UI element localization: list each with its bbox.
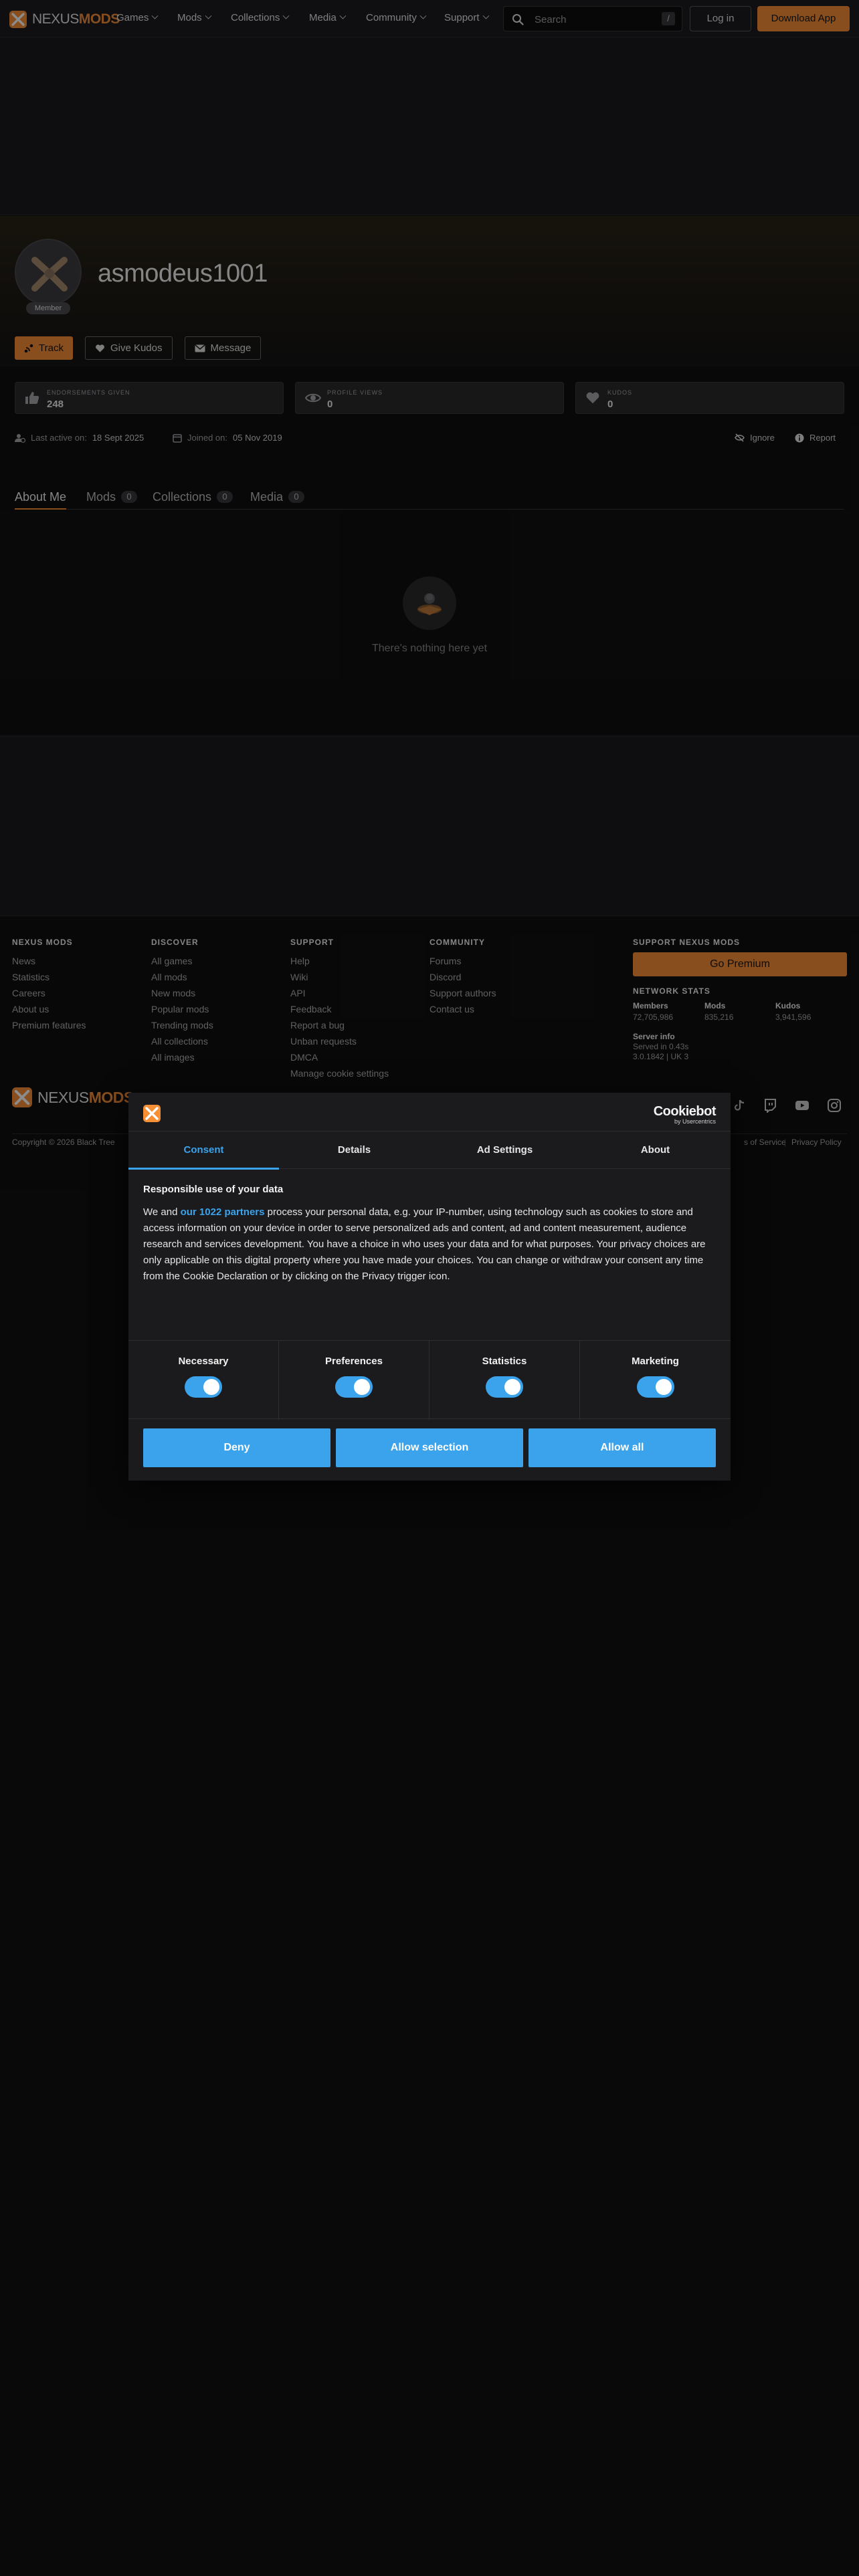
toggle-marketing: Marketing <box>580 1341 731 1420</box>
cookie-consent-body: Responsible use of your data We and our … <box>143 1184 716 1316</box>
cookie-heading: Responsible use of your data <box>143 1184 284 1195</box>
cookie-tabs: Consent Details Ad Settings About <box>128 1132 731 1170</box>
marketing-switch[interactable] <box>636 1376 674 1398</box>
consent-toggles: Necessary Preferences Statistics Marketi… <box>128 1340 731 1420</box>
toggle-preferences: Preferences <box>279 1341 430 1420</box>
toggle-necessary: Necessary <box>128 1341 279 1420</box>
necessary-switch[interactable] <box>185 1376 222 1398</box>
deny-button[interactable]: Deny <box>143 1428 330 1467</box>
partners-link[interactable]: our 1022 partners <box>181 1206 265 1218</box>
preferences-switch[interactable] <box>335 1376 373 1398</box>
tab-details[interactable]: Details <box>279 1132 430 1169</box>
allow-selection-button[interactable]: Allow selection <box>336 1428 523 1467</box>
cookie-dialog-header: Cookiebot by Usercentrics <box>128 1093 731 1132</box>
tab-ad-settings[interactable]: Ad Settings <box>430 1132 580 1169</box>
statistics-switch[interactable] <box>486 1376 523 1398</box>
cookie-buttons: Deny Allow selection Allow all <box>143 1428 716 1467</box>
allow-all-button[interactable]: Allow all <box>529 1428 716 1467</box>
nexus-mods-logo-icon <box>143 1105 161 1122</box>
cookie-description: We and our 1022 partners process your pe… <box>143 1206 706 1282</box>
tab-about[interactable]: About <box>580 1132 731 1169</box>
text-fade <box>143 1284 716 1316</box>
tab-consent[interactable]: Consent <box>128 1132 279 1170</box>
toggle-statistics: Statistics <box>430 1341 580 1420</box>
cookie-consent-dialog: Cookiebot by Usercentrics Consent Detail… <box>128 1093 731 1481</box>
cookiebot-logo[interactable]: Cookiebot by Usercentrics <box>654 1105 717 1125</box>
